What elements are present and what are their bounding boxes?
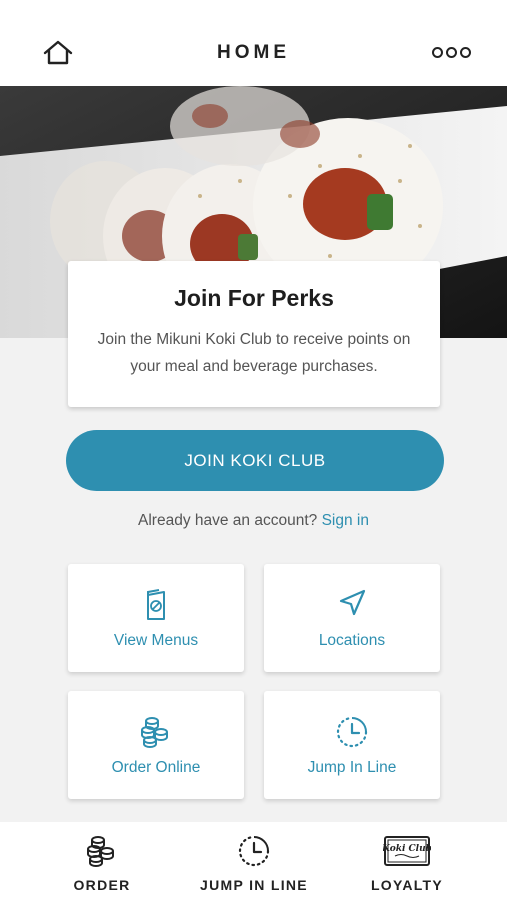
- svg-text:Koki Club: Koki Club: [383, 844, 431, 854]
- more-dots-icon: [431, 46, 443, 58]
- perks-title: Join For Perks: [174, 285, 334, 311]
- more-options-button[interactable]: [429, 40, 473, 64]
- jump-in-line-tile[interactable]: Jump In Line: [264, 691, 440, 799]
- menu-book-icon: [147, 589, 165, 620]
- tab-loyalty[interactable]: Koki Club LOYALTY: [355, 822, 459, 900]
- locations-label: Locations: [318, 632, 386, 649]
- tab-order-label: ORDER: [73, 877, 131, 893]
- signin-row: Already have an account? Sign in: [0, 512, 507, 530]
- top-navigation-bar: HOME: [0, 0, 507, 86]
- clock-icon: [238, 835, 270, 867]
- bottom-tab-bar: ORDER JUMP IN LINE Koki Club LOYALTY: [0, 822, 507, 900]
- join-perks-card: Join For Perks Join the Mikuni Koki Club…: [68, 261, 440, 407]
- locations-tile[interactable]: Locations: [264, 564, 440, 672]
- order-online-tile[interactable]: Order Online: [68, 691, 244, 799]
- view-menus-tile[interactable]: View Menus: [68, 564, 244, 672]
- order-online-label: Order Online: [111, 759, 201, 776]
- join-koki-club-button[interactable]: JOIN KOKI CLUB: [66, 430, 444, 491]
- sushi-stack-icon: [141, 717, 168, 748]
- tab-jump-in-line-label: JUMP IN LINE: [200, 877, 308, 893]
- tab-order[interactable]: ORDER: [50, 822, 154, 900]
- view-menus-label: View Menus: [113, 632, 199, 649]
- signin-link[interactable]: Sign in: [322, 512, 369, 529]
- perks-description: Join the Mikuni Koki Club to receive poi…: [97, 331, 411, 375]
- jump-in-line-label: Jump In Line: [307, 759, 397, 776]
- koki-club-card-icon: Koki Club: [383, 836, 431, 866]
- tab-loyalty-label: LOYALTY: [370, 877, 444, 893]
- sushi-stack-icon: [87, 836, 114, 867]
- signin-prompt: Already have an account?: [138, 512, 318, 529]
- navigation-arrow-icon: [339, 589, 366, 616]
- tab-jump-in-line[interactable]: JUMP IN LINE: [184, 822, 324, 900]
- clock-icon: [336, 716, 368, 748]
